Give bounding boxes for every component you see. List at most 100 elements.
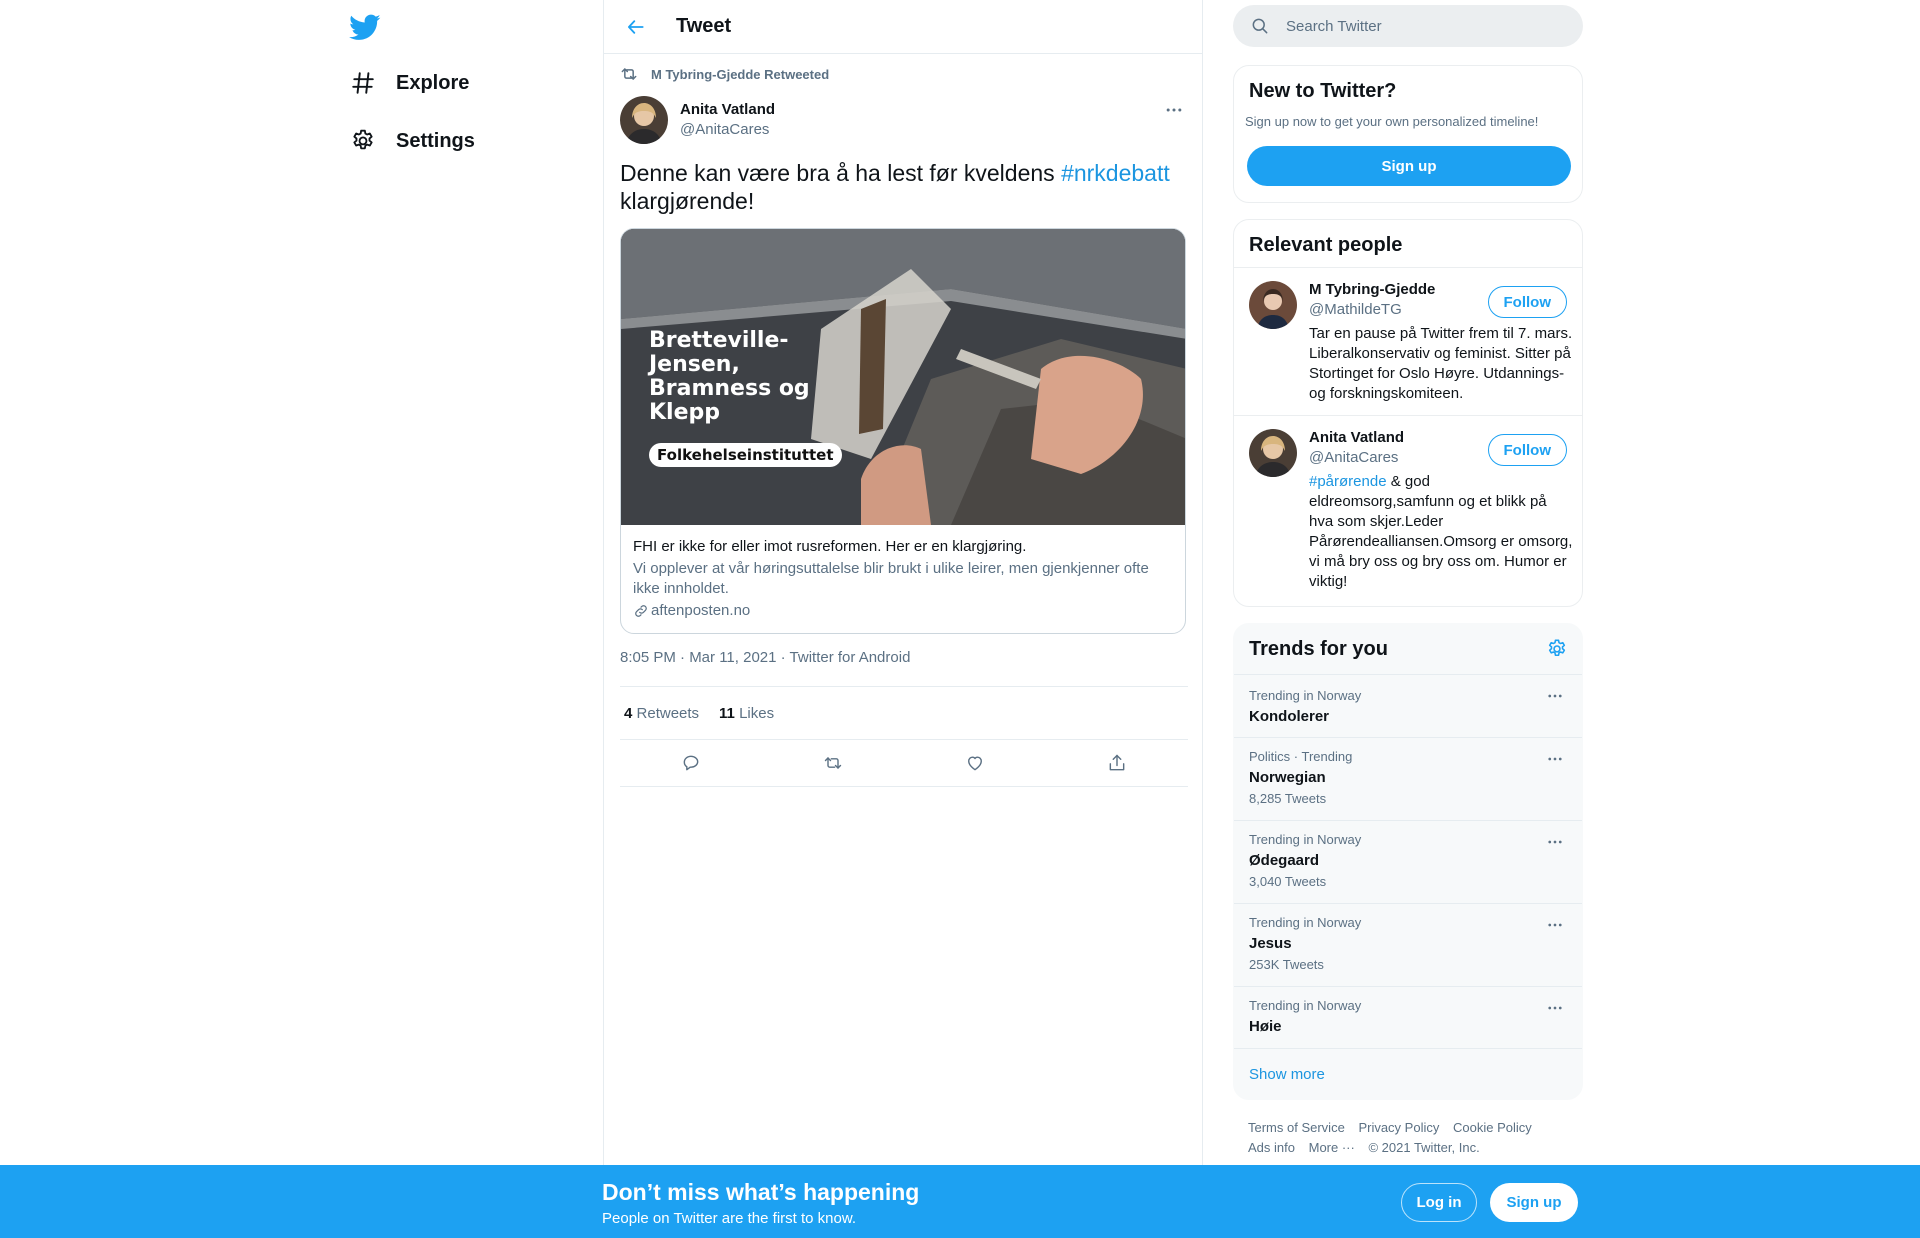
trends-box: Trends for you Trending in Norway Kondol… — [1233, 623, 1583, 1100]
signup-banner: Don’t miss what’s happening People on Tw… — [0, 1165, 1920, 1238]
trends-title: Trends for you — [1249, 638, 1388, 660]
footer-link[interactable]: Privacy Policy — [1358, 1120, 1439, 1135]
tweet-stats: 4 Retweets 11 Likes — [620, 686, 1188, 740]
card-image-line: Klepp — [649, 400, 721, 425]
more-dots-icon — [1166, 108, 1182, 112]
heart-icon — [968, 756, 982, 771]
trend-context: Politics · Trending — [1249, 749, 1353, 764]
tweet-actions — [620, 740, 1188, 787]
sidebar-signup-button[interactable]: Sign up — [1247, 146, 1571, 186]
trend-item[interactable]: Trending in Norway Ødegaard 3,040 Tweets — [1234, 820, 1582, 903]
avatar[interactable] — [1249, 281, 1297, 329]
card-domain-text: aftenposten.no — [651, 602, 751, 619]
search-icon — [1252, 18, 1268, 34]
card-domain: aftenposten.no — [633, 601, 1173, 621]
reply-icon — [683, 755, 699, 771]
retweets-label: Retweets — [636, 704, 700, 722]
footer-link[interactable]: Ads info — [1248, 1140, 1295, 1155]
avatar[interactable] — [1249, 429, 1297, 477]
banner-subtitle: People on Twitter are the first to know. — [602, 1210, 857, 1227]
banner-signup-button[interactable]: Sign up — [1490, 1183, 1578, 1222]
show-more-link[interactable]: Show more — [1249, 1066, 1325, 1083]
likes-count: 11 — [719, 704, 735, 722]
tweet-text-start: Denne kan være bra å ha lest før kvelden… — [620, 160, 1062, 186]
nav-settings[interactable]: Settings — [350, 121, 475, 161]
search-input[interactable] — [1286, 17, 1546, 35]
footer-link[interactable]: More ··· — [1309, 1140, 1355, 1155]
relevant-people-title: Relevant people — [1249, 234, 1403, 256]
trend-more-button[interactable] — [1542, 746, 1568, 772]
banner-title: Don’t miss what’s happening — [602, 1179, 920, 1205]
person-handle[interactable]: @AnitaCares — [1309, 448, 1404, 468]
retweeted-by: M Tybring-Gjedde Retweeted — [619, 64, 829, 84]
card-image-badge: Folkehelseinstituttet — [649, 443, 842, 467]
trend-count: 3,040 Tweets — [1249, 874, 1327, 889]
retweet-icon — [824, 757, 842, 769]
tweet-text: Denne kan være bra å ha lest før kvelden… — [620, 159, 1190, 215]
avatar[interactable] — [620, 96, 668, 144]
retweets-stat[interactable]: 4 Retweets — [624, 705, 699, 722]
person-card[interactable]: Anita Vatland @AnitaCares Follow #pårøre… — [1234, 416, 1582, 606]
retweet-icon — [621, 68, 637, 80]
bio-text: & god eldreomsorg,samfunn og et blikk på… — [1309, 473, 1573, 590]
person-card[interactable]: M Tybring-Gjedde @MathildeTG Follow Tar … — [1234, 268, 1582, 416]
person-bio: Tar en pause på Twitter frem til 7. mars… — [1309, 325, 1573, 402]
gear-icon[interactable] — [1546, 638, 1568, 660]
card-image-line: Jensen, — [649, 352, 740, 377]
trend-context: Trending in Norway — [1249, 832, 1362, 847]
trend-name: Ødegaard — [1249, 852, 1320, 869]
person-handle[interactable]: @MathildeTG — [1309, 300, 1435, 320]
trend-count: 8,285 Tweets — [1249, 791, 1327, 806]
author-name[interactable]: Anita Vatland — [680, 100, 775, 120]
likes-stat[interactable]: 11 Likes — [719, 705, 774, 722]
footer-link[interactable]: Cookie Policy — [1453, 1120, 1532, 1135]
like-button[interactable] — [957, 745, 993, 781]
card-image[interactable]: Bretteville- Jensen, Bramness og Klepp F… — [621, 229, 1185, 525]
tweet-hashtag[interactable]: #nrkdebatt — [1061, 160, 1170, 186]
card-image-line: Bretteville- — [649, 328, 789, 353]
tweet-timestamp[interactable]: 8:05 PM · Mar 11, 2021 · Twitter for And… — [620, 649, 910, 666]
trend-more-button[interactable] — [1542, 912, 1568, 938]
trend-item[interactable]: Trending in Norway Jesus 253K Tweets — [1234, 903, 1582, 986]
share-icon — [1109, 754, 1125, 771]
gear-icon — [353, 129, 373, 150]
retweeted-by-label[interactable]: M Tybring-Gjedde Retweeted — [651, 67, 829, 82]
more-dots-icon — [1548, 923, 1562, 927]
trend-more-button[interactable] — [1542, 683, 1568, 709]
relevant-people-box: Relevant people M Tybring-Gjedde @Mathil… — [1233, 219, 1583, 607]
new-to-twitter-box: New to Twitter? Sign up now to get your … — [1233, 65, 1583, 203]
trend-more-button[interactable] — [1542, 995, 1568, 1021]
link-card[interactable]: Bretteville- Jensen, Bramness og Klepp F… — [620, 228, 1186, 634]
trend-count: 253K Tweets — [1249, 957, 1324, 972]
card-image-headline: Bretteville- Jensen, Bramness og Klepp — [649, 329, 810, 425]
page-title: Tweet — [676, 15, 732, 37]
follow-button[interactable]: Follow — [1487, 434, 1567, 466]
trend-more-button[interactable] — [1542, 829, 1568, 855]
person-name[interactable]: M Tybring-Gjedde — [1309, 280, 1435, 300]
tweet-more-button[interactable] — [1160, 96, 1188, 124]
copyright: © 2021 Twitter, Inc. — [1368, 1140, 1480, 1155]
person-name[interactable]: Anita Vatland — [1309, 428, 1404, 448]
twitter-bird-icon[interactable] — [349, 11, 381, 43]
tweet-author[interactable]: Anita Vatland @AnitaCares — [620, 96, 775, 144]
search-bar[interactable] — [1233, 5, 1583, 47]
link-icon — [635, 605, 647, 617]
back-button[interactable] — [618, 9, 654, 45]
trend-item[interactable]: Trending in Norway Kondolerer — [1234, 674, 1582, 737]
trend-name: Jesus — [1249, 935, 1292, 952]
new-to-twitter-subtitle: Sign up now to get your own personalized… — [1245, 114, 1539, 129]
trend-item[interactable]: Politics · Trending Norwegian 8,285 Twee… — [1234, 737, 1582, 820]
login-button[interactable]: Log in — [1401, 1183, 1477, 1222]
more-dots-icon — [1548, 757, 1562, 761]
retweet-button[interactable] — [815, 745, 851, 781]
follow-button[interactable]: Follow — [1487, 286, 1567, 318]
reply-button[interactable] — [673, 745, 709, 781]
trend-item[interactable]: Trending in Norway Høie — [1234, 986, 1582, 1049]
trend-context: Trending in Norway — [1249, 915, 1362, 930]
author-handle[interactable]: @AnitaCares — [680, 120, 775, 140]
bio-hashtag[interactable]: #pårørende — [1309, 473, 1387, 490]
nav-settings-label: Settings — [396, 129, 475, 152]
nav-explore[interactable]: Explore — [350, 63, 469, 103]
share-button[interactable] — [1099, 745, 1135, 781]
footer-link[interactable]: Terms of Service — [1248, 1120, 1345, 1135]
